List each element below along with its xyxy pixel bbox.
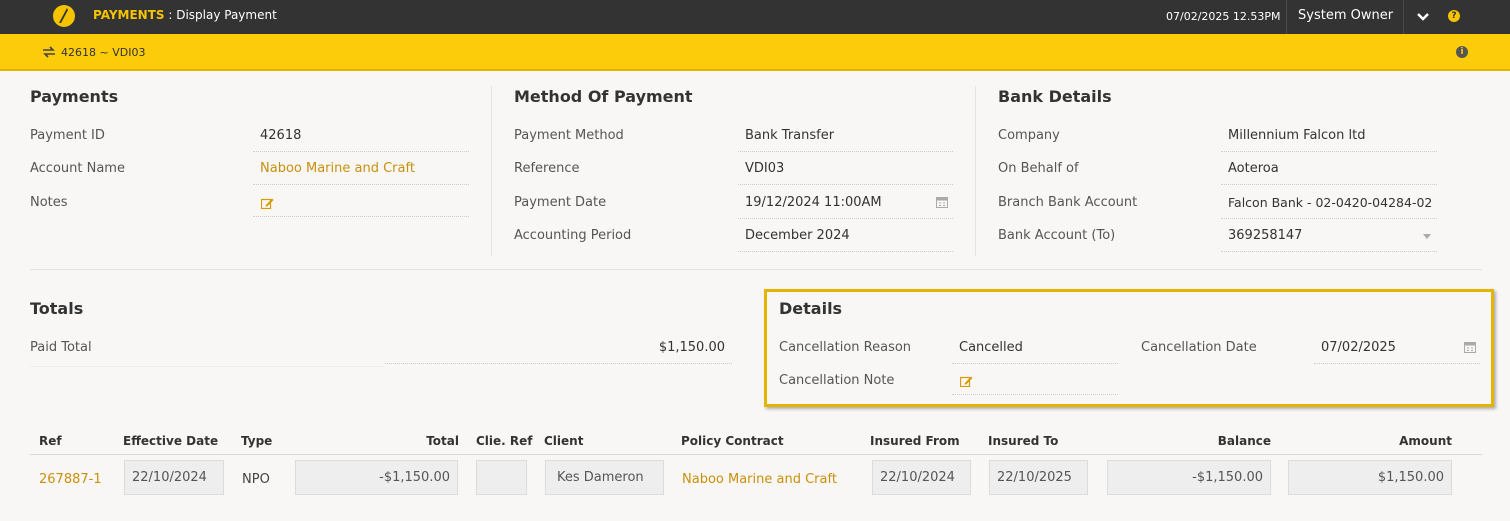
cancellation-note-label: Cancellation Note bbox=[779, 373, 895, 388]
paid-total-value: $1,150.00 bbox=[385, 340, 732, 364]
bank-title: Bank Details bbox=[998, 87, 1112, 106]
account-name-label: Account Name bbox=[30, 161, 125, 176]
row-insured-to: 22/10/2025 bbox=[989, 460, 1088, 495]
bank-account-to-label: Bank Account (To) bbox=[998, 228, 1116, 243]
col-insured-to[interactable]: Insured To bbox=[988, 434, 1058, 448]
bank-account-select[interactable]: 369258147 bbox=[1221, 228, 1437, 252]
swap-icon bbox=[43, 46, 55, 58]
row-total: -$1,150.00 bbox=[295, 460, 458, 495]
row-policy-contract-link[interactable]: Naboo Marine and Craft bbox=[682, 472, 837, 487]
details-title: Details bbox=[779, 299, 843, 318]
col-effective-date[interactable]: Effective Date bbox=[123, 434, 218, 448]
payments-title: Payments bbox=[30, 87, 119, 106]
divider bbox=[1403, 0, 1404, 34]
cancellation-date-label: Cancellation Date bbox=[1141, 340, 1257, 355]
calendar-icon[interactable] bbox=[1464, 341, 1476, 353]
current-datetime: 07/02/2025 12.53PM bbox=[1166, 10, 1281, 23]
row-clie-ref bbox=[476, 460, 527, 495]
branch-bank-label: Branch Bank Account bbox=[998, 195, 1138, 210]
col-ref[interactable]: Ref bbox=[39, 434, 62, 448]
paid-total-label: Paid Total bbox=[30, 340, 92, 355]
info-icon[interactable]: i bbox=[1456, 46, 1468, 58]
col-insured-from[interactable]: Insured From bbox=[870, 434, 960, 448]
accounting-period-value: December 2024 bbox=[738, 228, 953, 252]
chevron-down-icon[interactable] bbox=[1415, 9, 1431, 25]
caret-down-icon[interactable] bbox=[1423, 234, 1431, 239]
title-separator: : bbox=[164, 8, 177, 22]
payment-date-label: Payment Date bbox=[514, 195, 607, 210]
row-type: NPO bbox=[242, 472, 270, 487]
row-ref-link[interactable]: 267887-1 bbox=[39, 472, 102, 487]
col-clie-ref[interactable]: Clie. Ref bbox=[476, 434, 533, 448]
accounting-period-label: Accounting Period bbox=[514, 228, 632, 243]
payment-id-value: 42618 bbox=[253, 128, 469, 152]
row-amount: $1,150.00 bbox=[1288, 460, 1452, 495]
cancellation-reason-label: Cancellation Reason bbox=[779, 340, 912, 355]
calendar-icon[interactable] bbox=[936, 196, 948, 208]
col-balance[interactable]: Balance bbox=[1190, 434, 1271, 448]
company-value: Millennium Falcon ltd bbox=[1221, 128, 1437, 152]
cancellation-date-value: 07/02/2025 bbox=[1314, 340, 1480, 364]
payment-date-value: 19/12/2024 11:00AM bbox=[738, 195, 953, 219]
screen-name: Display Payment bbox=[176, 8, 277, 22]
column-divider bbox=[491, 86, 492, 256]
help-icon[interactable]: ? bbox=[1448, 10, 1460, 22]
notes-field[interactable] bbox=[253, 193, 469, 217]
reference-label: Reference bbox=[514, 161, 580, 176]
on-behalf-value: Aoteroa bbox=[1221, 161, 1437, 185]
record-bar: 42618 ~ VDI03 i bbox=[0, 34, 1510, 71]
user-menu[interactable]: System Owner bbox=[1298, 8, 1393, 23]
edit-icon[interactable] bbox=[959, 375, 973, 388]
column-divider bbox=[975, 86, 976, 256]
table-header-line bbox=[30, 454, 1482, 455]
on-behalf-label: On Behalf of bbox=[998, 161, 1079, 176]
top-bar: PAYMENTS : Display Payment 07/02/2025 12… bbox=[0, 0, 1510, 34]
record-label: 42618 ~ VDI03 bbox=[61, 46, 146, 59]
payment-method-value: Bank Transfer bbox=[738, 128, 953, 152]
row-client-link[interactable]: Kes Dameron bbox=[545, 460, 664, 495]
company-label: Company bbox=[998, 128, 1060, 143]
cancellation-reason-value: Cancelled bbox=[952, 340, 1118, 364]
col-client[interactable]: Client bbox=[544, 434, 583, 448]
row-balance: -$1,150.00 bbox=[1107, 460, 1271, 495]
account-name-link[interactable]: Naboo Marine and Craft bbox=[253, 161, 469, 185]
totals-title: Totals bbox=[30, 299, 84, 318]
app-title: PAYMENTS : Display Payment bbox=[93, 8, 277, 22]
app-logo-icon[interactable] bbox=[52, 4, 76, 28]
row-line bbox=[30, 366, 385, 367]
section-divider bbox=[30, 269, 1482, 270]
row-insured-from: 22/10/2024 bbox=[872, 460, 971, 495]
payment-id-label: Payment ID bbox=[30, 128, 105, 143]
payment-method-label: Payment Method bbox=[514, 128, 624, 143]
module-name: PAYMENTS bbox=[93, 8, 165, 22]
method-title: Method Of Payment bbox=[514, 87, 693, 106]
col-policy-contract[interactable]: Policy Contract bbox=[681, 434, 784, 448]
row-effective-date: 22/10/2024 bbox=[124, 460, 224, 495]
cancellation-note-field[interactable] bbox=[952, 371, 1118, 395]
col-amount[interactable]: Amount bbox=[1370, 434, 1452, 448]
reference-value: VDI03 bbox=[738, 161, 953, 185]
col-type[interactable]: Type bbox=[241, 434, 272, 448]
edit-icon[interactable] bbox=[260, 197, 274, 210]
branch-bank-value: Falcon Bank - 02-0420-04284-02 bbox=[1221, 195, 1437, 219]
divider bbox=[1286, 0, 1287, 34]
notes-label: Notes bbox=[30, 195, 68, 210]
col-total[interactable]: Total bbox=[400, 434, 459, 448]
